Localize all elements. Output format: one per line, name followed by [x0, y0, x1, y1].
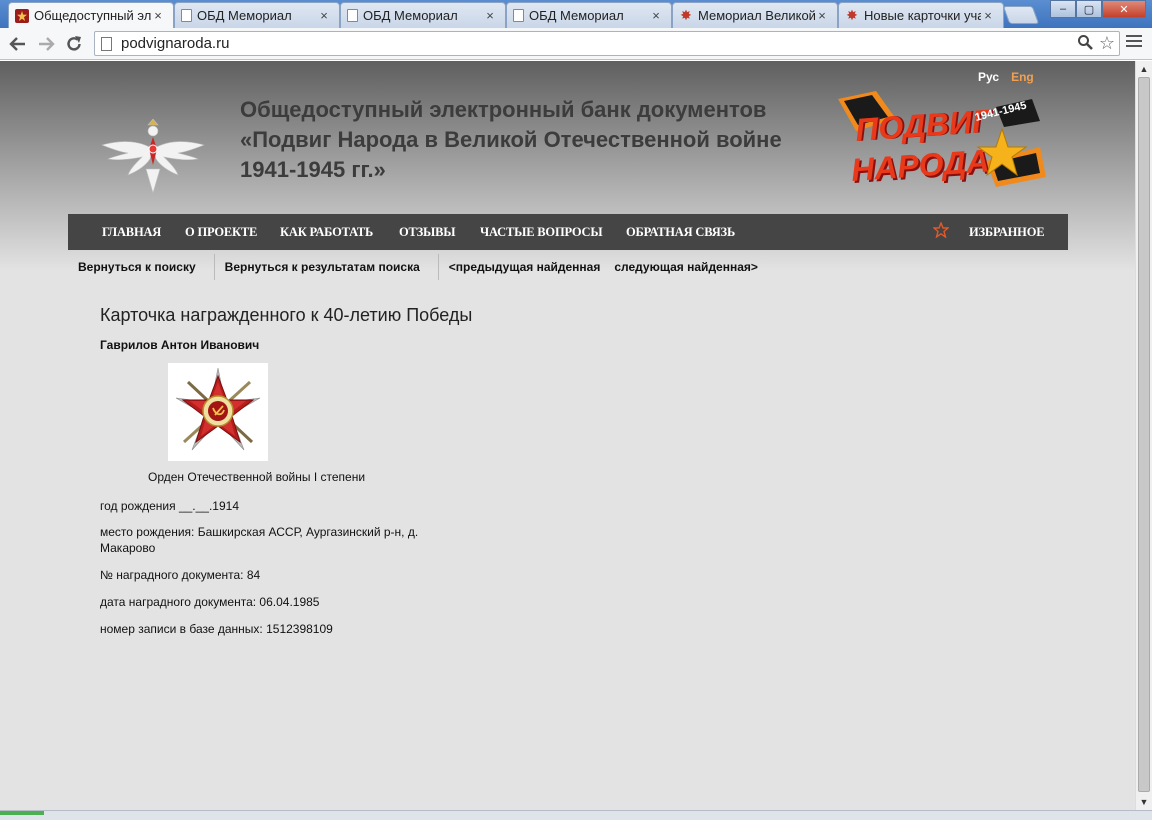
result-navigation: Вернуться к поиску Вернуться к результат… — [68, 253, 776, 281]
url-input[interactable] — [121, 32, 1021, 55]
podvig-naroda-logo[interactable]: ПОДВИГ ПОДВИГ НАРОДА НАРОДА 1941-1945 — [836, 91, 1046, 195]
award-name: Орден Отечественной войны I степени — [148, 470, 366, 484]
tab-4[interactable]: ОБД Мемориал × — [506, 2, 672, 28]
site-header: Рус Eng Общедоступный электронный банк д… — [0, 61, 1135, 271]
tab-title: Мемориал Великой — [698, 8, 815, 23]
progress-indicator — [0, 811, 44, 815]
back-to-results-link[interactable]: Вернуться к результатам поиска — [215, 253, 438, 281]
scroll-up-icon[interactable]: ▲ — [1136, 61, 1152, 77]
page-icon — [513, 9, 524, 22]
close-tab-icon[interactable]: × — [981, 8, 995, 23]
forward-arrow-icon[interactable] — [34, 32, 58, 56]
red-star-icon: ✸ — [846, 7, 858, 23]
tab-2[interactable]: ОБД Мемориал × — [174, 2, 340, 28]
tab-title: Новые карточки уча — [864, 8, 981, 23]
tab-title: ОБД Мемориал — [363, 8, 458, 23]
site-title-line: 1941-1945 гг.» — [240, 157, 386, 182]
menu-icon[interactable] — [1126, 35, 1142, 49]
tab-title: Общедоступный эл — [34, 8, 151, 23]
address-bar[interactable]: ☆ — [94, 31, 1120, 56]
page-viewport: Рус Eng Общедоступный электронный банк д… — [0, 61, 1135, 810]
birth-year: год рождения __.__.1914 — [100, 499, 239, 513]
close-tab-icon[interactable]: × — [649, 8, 663, 23]
site-red-icon — [15, 8, 29, 23]
zoom-icon[interactable] — [1077, 34, 1093, 54]
award-doc-date: дата наградного документа: 06.04.1985 — [100, 595, 320, 609]
person-name: Гаврилов Антон Иванович — [100, 338, 260, 352]
favorites-star-icon[interactable] — [933, 222, 949, 238]
order-patriotic-war-icon — [168, 363, 268, 461]
window-controls: – ▢ ✕ — [1050, 0, 1146, 18]
tab-title: ОБД Мемориал — [529, 8, 624, 23]
tab-3[interactable]: ОБД Мемориал × — [340, 2, 506, 28]
scroll-down-icon[interactable]: ▼ — [1136, 794, 1152, 810]
card-title: Карточка награжденного к 40-летию Победы — [100, 305, 473, 325]
nav-item-how-to[interactable]: КАК РАБОТАТЬ — [280, 214, 373, 250]
close-tab-icon[interactable]: × — [483, 8, 497, 23]
vertical-scrollbar[interactable]: ▲ ▼ — [1135, 61, 1152, 810]
close-tab-icon[interactable]: × — [151, 8, 165, 23]
lang-en-link[interactable]: Eng — [1011, 70, 1034, 84]
nav-item-home[interactable]: ГЛАВНАЯ — [102, 214, 161, 250]
red-star-icon: ✸ — [680, 7, 692, 23]
taskbar-strip — [0, 810, 1152, 820]
maximize-button[interactable]: ▢ — [1076, 0, 1102, 18]
tab-6[interactable]: ✸ Новые карточки уча × — [838, 2, 1004, 28]
close-tab-icon[interactable]: × — [815, 8, 829, 23]
site-title: Общедоступный электронный банк документо… — [240, 95, 840, 185]
page-icon — [101, 37, 112, 51]
main-nav: ГЛАВНАЯ О ПРОЕКТЕ КАК РАБОТАТЬ ОТЗЫВЫ ЧА… — [68, 214, 1068, 250]
back-arrow-icon[interactable] — [6, 32, 30, 56]
scrollbar-thumb[interactable] — [1138, 77, 1150, 792]
site-title-line: Общедоступный электронный банк документо… — [240, 97, 767, 122]
page-icon — [347, 9, 358, 22]
next-found-link[interactable]: следующая найденная> — [614, 253, 776, 281]
award-doc-number: № наградного документа: 84 — [100, 568, 261, 582]
nav-item-faq[interactable]: ЧАСТЫЕ ВОПРОСЫ — [480, 214, 603, 250]
nav-item-feedback[interactable]: ОБРАТНАЯ СВЯЗЬ — [626, 214, 735, 250]
prev-found-link[interactable]: <предыдущая найденная — [439, 253, 615, 281]
tab-5[interactable]: ✸ Мемориал Великой × — [672, 2, 838, 28]
reload-icon[interactable] — [62, 32, 86, 56]
record-id: номер записи в базе данных: 1512398109 — [100, 622, 333, 636]
back-to-search-link[interactable]: Вернуться к поиску — [68, 253, 214, 281]
close-window-button[interactable]: ✕ — [1102, 0, 1146, 18]
lang-ru-link[interactable]: Рус — [978, 70, 999, 84]
bookmark-star-icon[interactable]: ☆ — [1099, 33, 1115, 54]
close-tab-icon[interactable]: × — [317, 8, 331, 23]
minimize-button[interactable]: – — [1050, 0, 1076, 18]
nav-item-reviews[interactable]: ОТЗЫВЫ — [399, 214, 456, 250]
page-icon — [181, 9, 192, 22]
nav-item-favorites[interactable]: ИЗБРАННОЕ — [969, 214, 1045, 250]
tab-1[interactable]: Общедоступный эл × — [8, 2, 174, 28]
browser-toolbar: ☆ — [0, 28, 1152, 60]
ministry-emblem-icon — [101, 119, 205, 195]
site-title-line: «Подвиг Народа в Великой Отечественной в… — [240, 127, 782, 152]
new-tab-button[interactable] — [1002, 6, 1040, 24]
birth-place: место рождения: Башкирская АССР, Аургази… — [100, 525, 419, 555]
tab-strip: Общедоступный эл × ОБД Мемориал × ОБД Ме… — [0, 0, 1152, 28]
tab-title: ОБД Мемориал — [197, 8, 292, 23]
nav-item-about[interactable]: О ПРОЕКТЕ — [185, 214, 257, 250]
language-switch: Рус Eng — [978, 70, 1034, 84]
